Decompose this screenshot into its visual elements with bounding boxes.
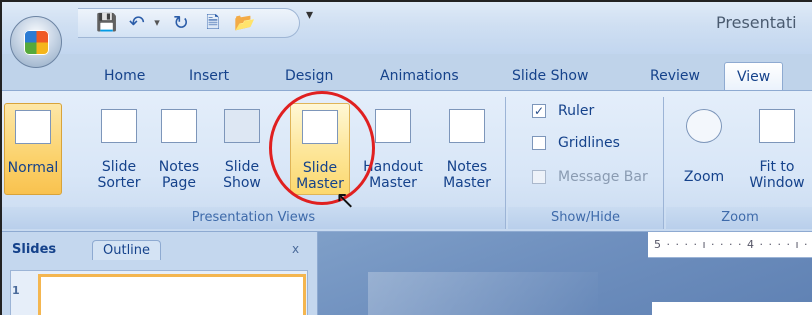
- checkbox-label: Ruler: [558, 103, 595, 119]
- tab-review[interactable]: Review: [650, 68, 700, 84]
- button-label: Fit to: [759, 159, 795, 175]
- tab-slide-show[interactable]: Slide Show: [512, 68, 588, 84]
- tab-animations[interactable]: Animations: [380, 68, 459, 84]
- undo-dropdown-icon[interactable]: ▾: [146, 13, 168, 33]
- button-label: Window: [749, 175, 805, 191]
- magnifier-icon: [686, 109, 722, 143]
- redo-icon[interactable]: ↻: [170, 13, 192, 33]
- fit-to-window-icon: [759, 109, 795, 143]
- office-button[interactable]: [10, 16, 62, 68]
- background-glare: [368, 272, 598, 315]
- customize-toolbar-icon[interactable]: ▾: [306, 7, 313, 23]
- tab-view[interactable]: View: [724, 62, 784, 92]
- ruler-ticks: 5 · · · · ı · · · · 4 · · · · ı ·: [654, 238, 809, 251]
- checkbox-box: [532, 170, 546, 184]
- notes-page-button[interactable]: Notes Page: [154, 103, 204, 195]
- button-label: Master: [443, 175, 491, 191]
- handout-master-icon: [375, 109, 411, 143]
- button-label: Sorter: [97, 175, 141, 191]
- zoom-group: Zoom Fit to Window Zoom: [666, 97, 812, 229]
- window-title: Presentati: [716, 13, 797, 32]
- checkbox-label: Gridlines: [558, 135, 620, 151]
- tab-home[interactable]: Home: [104, 68, 145, 84]
- checkbox-box: ✓: [532, 104, 546, 118]
- slide-show-button[interactable]: Slide Show: [216, 103, 268, 195]
- slide-master-button[interactable]: Slide Master: [290, 103, 350, 195]
- checkbox-label: Message Bar: [558, 169, 648, 185]
- tab-outline[interactable]: Outline: [92, 240, 162, 260]
- fit-to-window-button[interactable]: Fit to Window: [742, 103, 812, 195]
- mouse-pointer-icon: ↖: [335, 186, 356, 214]
- powerpoint-window: 💾 ↶ ▾ ↻ 🗎 📂 ▾ Presentati Home Insert Des…: [0, 0, 812, 315]
- tab-insert[interactable]: Insert: [189, 68, 229, 84]
- zoom-button[interactable]: Zoom: [676, 103, 732, 195]
- notes-page-icon: [161, 109, 197, 143]
- handout-master-button[interactable]: Handout Master: [356, 103, 430, 195]
- slide-number: 1: [12, 284, 20, 297]
- tab-slides[interactable]: Slides: [12, 242, 56, 257]
- slide-thumbnail[interactable]: [38, 274, 306, 315]
- slides-panel: Slides Outline x 1: [2, 232, 318, 315]
- slide-editing-area: 5 · · · · ı · · · · 4 · · · · ı ·: [318, 232, 812, 315]
- button-label: Handout: [363, 159, 423, 175]
- title-bar: 💾 ↶ ▾ ↻ 🗎 📂 ▾ Presentati: [2, 2, 812, 54]
- button-label: Slide: [302, 160, 338, 176]
- notes-master-button[interactable]: Notes Master: [436, 103, 498, 195]
- ribbon-tabs: Home Insert Design Animations Slide Show…: [2, 62, 812, 92]
- button-label: Normal: [7, 160, 59, 176]
- button-label: Notes: [158, 159, 200, 175]
- button-label: Slide: [101, 159, 137, 175]
- group-label: Show/Hide: [508, 207, 663, 229]
- save-icon[interactable]: 💾: [96, 13, 118, 33]
- notes-master-icon: [449, 109, 485, 143]
- show-hide-group: ✓ Ruler Gridlines Message Bar Show/Hide: [508, 97, 664, 229]
- quick-access-toolbar: 💾 ↶ ▾ ↻ 🗎 📂: [78, 8, 300, 38]
- button-label: Show: [223, 175, 261, 191]
- group-label: Presentation Views: [2, 207, 505, 229]
- button-label: Zoom: [683, 169, 725, 185]
- slide-master-icon: [302, 110, 338, 144]
- button-label: Notes: [446, 159, 488, 175]
- button-label: Master: [369, 175, 417, 191]
- office-logo-icon: [24, 30, 49, 55]
- print-preview-icon[interactable]: 🗎: [202, 13, 224, 33]
- close-icon[interactable]: x: [292, 242, 299, 256]
- slide-sorter-icon: [101, 109, 137, 143]
- button-label: Slide: [224, 159, 260, 175]
- button-label: Page: [162, 175, 196, 191]
- slide-show-icon: [224, 109, 260, 143]
- tab-design[interactable]: Design: [285, 68, 333, 84]
- horizontal-ruler: 5 · · · · ı · · · · 4 · · · · ı ·: [648, 232, 812, 258]
- open-folder-icon[interactable]: 📂: [234, 13, 256, 33]
- slide-canvas[interactable]: [652, 302, 812, 315]
- normal-view-button[interactable]: Normal: [4, 103, 62, 195]
- group-label: Zoom: [666, 207, 812, 229]
- checkbox-box: [532, 136, 546, 150]
- undo-icon[interactable]: ↶: [126, 13, 148, 33]
- ribbon: Normal Slide Sorter Notes Page Slide Sho…: [2, 90, 812, 232]
- slide-sorter-button[interactable]: Slide Sorter: [94, 103, 144, 195]
- presentation-views-group: Normal Slide Sorter Notes Page Slide Sho…: [2, 97, 506, 229]
- normal-view-icon: [15, 110, 51, 144]
